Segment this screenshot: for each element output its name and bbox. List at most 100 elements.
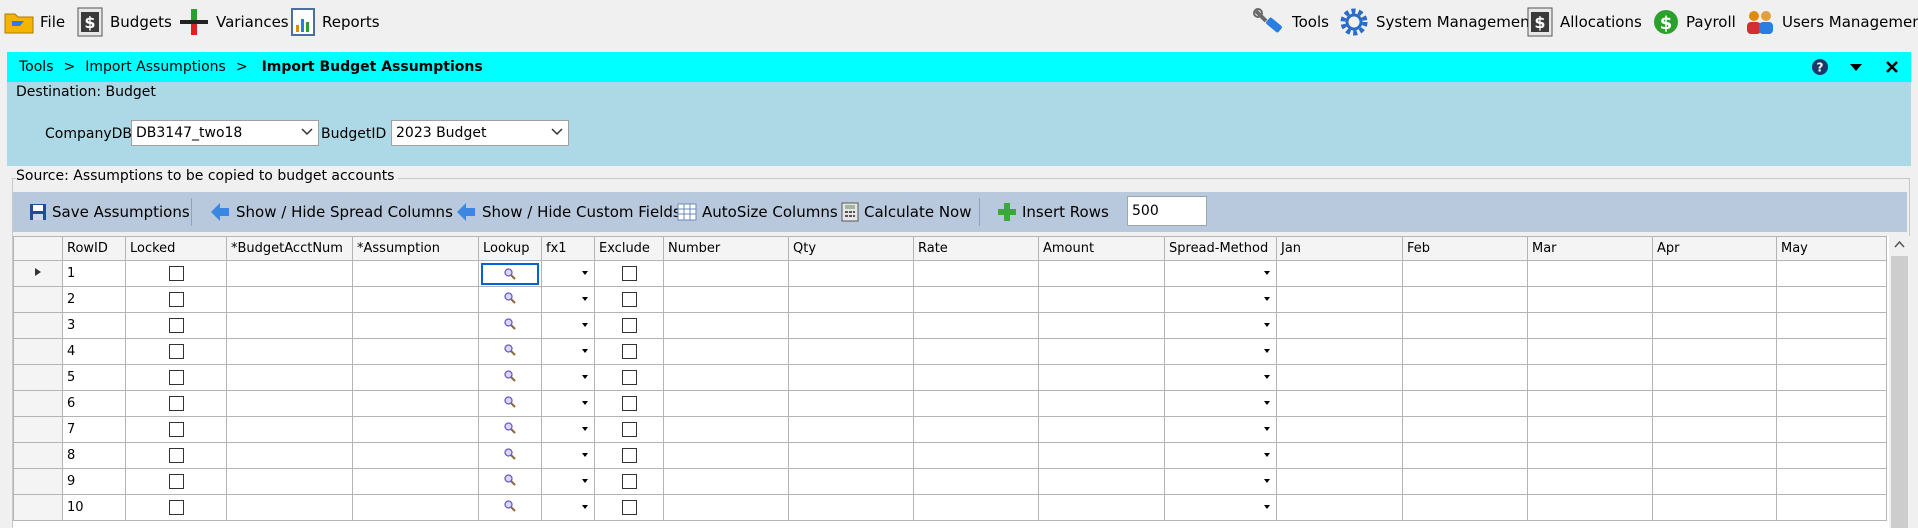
may-cell[interactable] <box>1776 260 1887 287</box>
row-id-cell[interactable]: 10 <box>62 494 126 521</box>
feb-cell[interactable] <box>1402 468 1528 495</box>
menu-tools[interactable]: Tools <box>1252 6 1329 38</box>
feb-cell[interactable] <box>1402 390 1528 417</box>
assumption-cell[interactable] <box>352 312 479 339</box>
row-selector[interactable] <box>13 338 63 365</box>
toggle-spread-columns-button[interactable]: Show / Hide Spread Columns <box>209 192 453 232</box>
lookup-cell[interactable] <box>478 338 542 365</box>
may-cell[interactable] <box>1776 364 1887 391</box>
exclude-cell[interactable] <box>594 390 664 417</box>
locked-cell[interactable] <box>125 442 227 469</box>
row-selector[interactable] <box>13 494 63 521</box>
jan-cell[interactable] <box>1276 312 1403 339</box>
column-header[interactable]: Number <box>663 236 789 261</box>
number-cell[interactable] <box>663 468 789 495</box>
rate-cell[interactable] <box>913 312 1039 339</box>
apr-cell[interactable] <box>1652 442 1777 469</box>
feb-cell[interactable] <box>1402 260 1528 287</box>
spread-method-cell[interactable] <box>1164 312 1277 339</box>
assumption-cell[interactable] <box>352 390 479 417</box>
jan-cell[interactable] <box>1276 364 1403 391</box>
fx1-cell[interactable] <box>541 338 595 365</box>
exclude-cell[interactable] <box>594 312 664 339</box>
jan-cell[interactable] <box>1276 416 1403 443</box>
exclude-checkbox[interactable] <box>621 370 637 385</box>
locked-checkbox[interactable] <box>168 422 184 437</box>
exclude-checkbox[interactable] <box>621 396 637 411</box>
amount-cell[interactable] <box>1038 338 1165 365</box>
toggle-custom-fields-button[interactable]: Show / Hide Custom Fields <box>455 192 681 232</box>
number-cell[interactable] <box>663 364 789 391</box>
qty-cell[interactable] <box>788 364 914 391</box>
rate-cell[interactable] <box>913 416 1039 443</box>
may-cell[interactable] <box>1776 494 1887 521</box>
locked-cell[interactable] <box>125 390 227 417</box>
lookup-cell[interactable] <box>478 312 542 339</box>
menu-budgets[interactable]: $ Budgets <box>76 6 172 38</box>
locked-cell[interactable] <box>125 260 227 287</box>
chevron-down-icon[interactable] <box>580 321 590 329</box>
qty-cell[interactable] <box>788 416 914 443</box>
rate-cell[interactable] <box>913 442 1039 469</box>
may-cell[interactable] <box>1776 338 1887 365</box>
table-row[interactable]: 3 <box>13 312 1887 339</box>
spread-method-cell[interactable] <box>1164 338 1277 365</box>
jan-cell[interactable] <box>1276 390 1403 417</box>
exclude-checkbox[interactable] <box>621 266 637 281</box>
apr-cell[interactable] <box>1652 468 1777 495</box>
may-cell[interactable] <box>1776 416 1887 443</box>
fx1-cell[interactable] <box>541 494 595 521</box>
exclude-cell[interactable] <box>594 364 664 391</box>
lookup-cell[interactable] <box>478 364 542 391</box>
row-selector[interactable] <box>13 312 63 339</box>
column-header[interactable]: Apr <box>1652 236 1777 261</box>
chevron-down-icon[interactable] <box>580 373 590 381</box>
chevron-down-icon[interactable] <box>580 477 590 485</box>
exclude-checkbox[interactable] <box>621 448 637 463</box>
column-header[interactable]: *Assumption <box>352 236 479 261</box>
exclude-cell[interactable] <box>594 416 664 443</box>
help-button[interactable]: ? <box>1809 56 1831 78</box>
budget-acct-num-cell[interactable] <box>226 338 353 365</box>
budget-acct-num-cell[interactable] <box>226 364 353 391</box>
row-id-cell[interactable]: 9 <box>62 468 126 495</box>
insert-rows-count-input[interactable]: 500 <box>1127 196 1207 226</box>
amount-cell[interactable] <box>1038 494 1165 521</box>
number-cell[interactable] <box>663 312 789 339</box>
lookup-cell[interactable] <box>478 286 542 313</box>
jan-cell[interactable] <box>1276 286 1403 313</box>
menu-system-management[interactable]: System Management <box>1338 6 1536 38</box>
locked-cell[interactable] <box>125 312 227 339</box>
number-cell[interactable] <box>663 260 789 287</box>
assumption-cell[interactable] <box>352 442 479 469</box>
budget-acct-num-cell[interactable] <box>226 442 353 469</box>
chevron-down-icon[interactable] <box>580 269 590 277</box>
spread-method-cell[interactable] <box>1164 494 1277 521</box>
mar-cell[interactable] <box>1527 416 1653 443</box>
column-header[interactable]: Locked <box>125 236 227 261</box>
chevron-down-icon[interactable] <box>580 503 590 511</box>
locked-checkbox[interactable] <box>168 344 184 359</box>
fx1-cell[interactable] <box>541 286 595 313</box>
chevron-down-icon[interactable] <box>580 295 590 303</box>
lookup-cell-selected[interactable] <box>481 262 539 285</box>
feb-cell[interactable] <box>1402 494 1528 521</box>
amount-cell[interactable] <box>1038 286 1165 313</box>
exclude-checkbox[interactable] <box>621 292 637 307</box>
column-header[interactable]: fx1 <box>541 236 595 261</box>
fx1-cell[interactable] <box>541 390 595 417</box>
table-row[interactable]: 4 <box>13 338 1887 365</box>
chevron-down-icon[interactable] <box>580 451 590 459</box>
company-db-select[interactable]: DB3147_two18 <box>131 120 319 146</box>
row-selector[interactable] <box>13 442 63 469</box>
column-header[interactable]: Amount <box>1038 236 1165 261</box>
qty-cell[interactable] <box>788 494 914 521</box>
amount-cell[interactable] <box>1038 260 1165 287</box>
mar-cell[interactable] <box>1527 494 1653 521</box>
qty-cell[interactable] <box>788 286 914 313</box>
assumption-cell[interactable] <box>352 494 479 521</box>
chevron-down-icon[interactable] <box>1262 269 1272 277</box>
row-selector[interactable] <box>13 260 63 287</box>
number-cell[interactable] <box>663 286 789 313</box>
magnifier-icon[interactable] <box>503 343 517 357</box>
